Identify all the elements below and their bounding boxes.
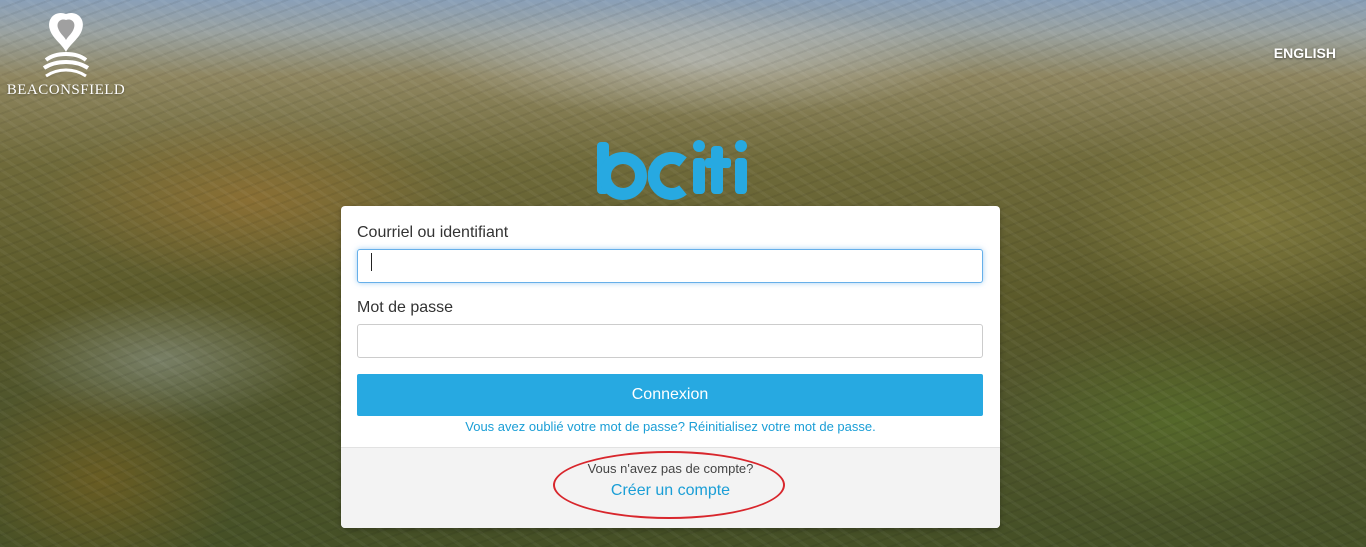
brand-name: BEACONSFIELD: [6, 82, 126, 98]
create-account-link[interactable]: Créer un compte: [611, 482, 730, 500]
login-button[interactable]: Connexion: [357, 374, 983, 416]
bciti-logo: bciti: [597, 140, 747, 200]
login-card: Courriel ou identifiant Mot de passe Con…: [341, 206, 1000, 528]
beaconsfield-brand[interactable]: BEACONSFIELD: [6, 8, 126, 99]
signup-footer: Vous n'avez pas de compte? Créer un comp…: [341, 447, 1000, 528]
language-toggle-link[interactable]: ENGLISH: [1274, 45, 1336, 61]
password-label: Mot de passe: [357, 299, 454, 316]
no-account-text: Vous n'avez pas de compte?: [587, 461, 754, 476]
forgot-password-link[interactable]: Vous avez oublié votre mot de passe? Réi…: [357, 419, 984, 434]
text-caret: [371, 253, 372, 271]
username-label: Courriel ou identifiant: [357, 224, 509, 241]
beaconsfield-logo-icon: [42, 12, 90, 78]
password-input[interactable]: [357, 324, 983, 358]
username-input[interactable]: [357, 249, 983, 283]
